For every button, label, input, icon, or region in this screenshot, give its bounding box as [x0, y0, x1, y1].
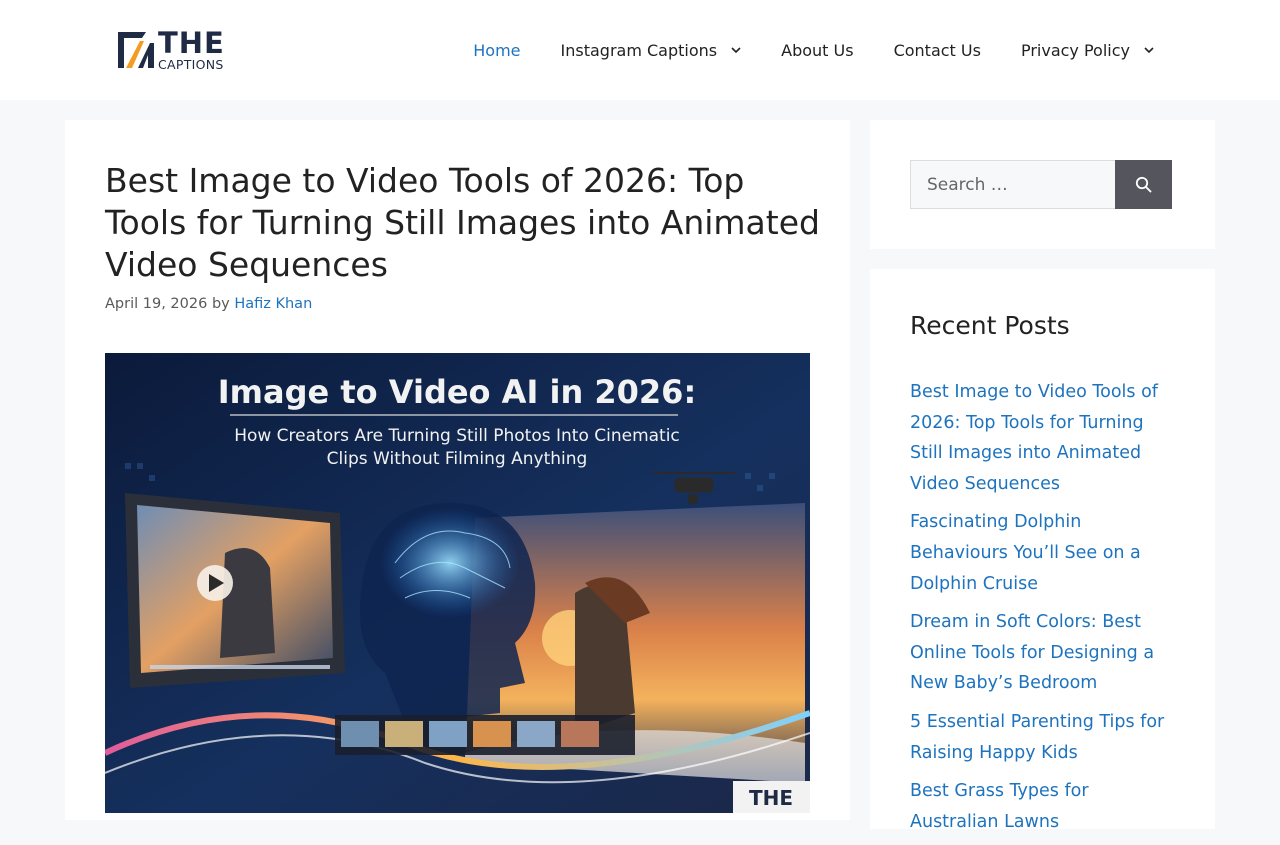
- logo-subtitle: CAPTIONS: [158, 56, 224, 72]
- article-date: April 19, 2026: [105, 296, 208, 312]
- nav-item-label: Contact Us: [893, 40, 981, 60]
- featured-image-headline: Image to Video AI in 2026:: [218, 373, 696, 411]
- recent-post-link[interactable]: Best Image to Video Tools of 2026: Top T…: [910, 382, 1158, 494]
- list-item: Best Image to Video Tools of 2026: Top T…: [910, 377, 1178, 499]
- author-link[interactable]: Hafiz Khan: [234, 296, 312, 312]
- site-logo[interactable]: THE CAPTIONS: [116, 25, 246, 72]
- recent-posts-list: Best Image to Video Tools of 2026: Top T…: [910, 377, 1178, 845]
- nav-item-contact-us[interactable]: Contact Us: [874, 0, 1001, 100]
- logo-mark-icon: [118, 32, 154, 68]
- nav-item-about-us[interactable]: About Us: [761, 0, 873, 100]
- nav-item-instagram-captions[interactable]: Instagram Captions: [541, 0, 762, 100]
- article: Best Image to Video Tools of 2026: Top T…: [65, 120, 850, 820]
- nav-item-home[interactable]: Home: [453, 0, 540, 100]
- featured-image[interactable]: Image to Video AI in 2026: How Creators …: [105, 353, 810, 813]
- nav-item-label: Instagram Captions: [560, 40, 718, 60]
- logo-text: THE CAPTIONS: [158, 25, 225, 72]
- nav-item-label: Privacy Policy: [1020, 40, 1130, 60]
- search-widget: [870, 120, 1215, 249]
- recent-post-link[interactable]: Fascinating Dolphin Behaviours You’ll Se…: [910, 512, 1141, 593]
- logo-title: THE: [158, 25, 225, 60]
- featured-image-art: Image to Video AI in 2026: How Creators …: [105, 353, 810, 813]
- article-meta: April 19, 2026 by Hafiz Khan: [105, 296, 312, 312]
- search-input[interactable]: [910, 160, 1115, 209]
- featured-image-subline-2: Clips Without Filming Anything: [327, 449, 588, 469]
- recent-post-link[interactable]: 5 Essential Parenting Tips for Raising H…: [910, 712, 1164, 763]
- search-button[interactable]: [1115, 160, 1172, 209]
- nav-item-label: Home: [473, 40, 521, 60]
- recent-posts-widget: Recent Posts Best Image to Video Tools o…: [870, 269, 1215, 832]
- chevron-down-icon: [1144, 47, 1154, 54]
- main-navigation: Home Instagram Captions About Us Contact…: [453, 0, 1174, 100]
- recent-post-link[interactable]: Best Grass Types for Australian Lawns: [910, 781, 1089, 832]
- article-by: by: [211, 296, 230, 312]
- list-item: Best Grass Types for Australian Lawns: [910, 776, 1178, 837]
- recent-posts-title: Recent Posts: [910, 311, 1070, 340]
- site-header: THE CAPTIONS Home Instagram Captions Abo…: [0, 0, 1280, 100]
- list-item: 5 Essential Parenting Tips for Raising H…: [910, 707, 1178, 768]
- article-title: Best Image to Video Tools of 2026: Top T…: [105, 161, 820, 284]
- list-item: Fascinating Dolphin Behaviours You’ll Se…: [910, 507, 1178, 599]
- recent-post-link[interactable]: Dream in Soft Colors: Best Online Tools …: [910, 612, 1154, 693]
- search-icon: [1135, 176, 1152, 193]
- nav-item-privacy-policy[interactable]: Privacy Policy: [1001, 0, 1174, 100]
- nav-item-label: About Us: [781, 40, 854, 60]
- chevron-down-icon: [731, 47, 741, 54]
- list-item: Dream in Soft Colors: Best Online Tools …: [910, 607, 1178, 699]
- featured-image-subline-1: How Creators Are Turning Still Photos In…: [234, 426, 680, 446]
- svg-text:THE: THE: [749, 786, 793, 810]
